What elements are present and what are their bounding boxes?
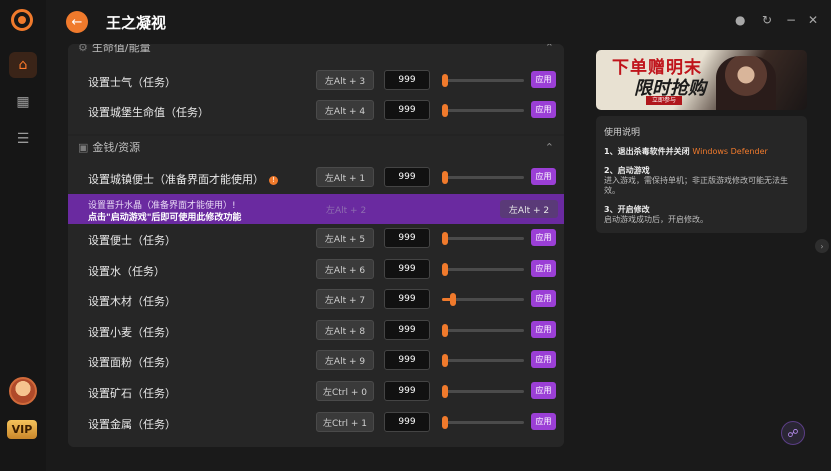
apply-button[interactable]: 应用: [531, 321, 556, 338]
value-slider[interactable]: [442, 232, 524, 245]
cheat-label: 设置面粉（任务）: [88, 356, 176, 369]
cheat-label: 设置小麦（任务）: [88, 326, 176, 339]
apply-button[interactable]: 应用: [531, 71, 556, 88]
value-slider[interactable]: [442, 104, 524, 117]
apply-button[interactable]: 应用: [531, 351, 556, 368]
value-slider[interactable]: [442, 293, 524, 306]
cheat-label: 设置水（任务）: [88, 265, 165, 278]
section-header[interactable]: ▣ 金钱/资源 ⌃: [68, 136, 564, 158]
hotkey-button[interactable]: 左Alt + 8: [316, 320, 374, 340]
value-input[interactable]: 999: [384, 381, 430, 401]
back-arrow-icon[interactable]: ←: [66, 11, 88, 33]
value-input[interactable]: 999: [384, 350, 430, 370]
value-input[interactable]: 999: [384, 259, 430, 279]
headset-icon[interactable]: ☍: [781, 421, 805, 445]
cheat-row: 设置便士（任务） 左Alt + 5 999 应用: [68, 224, 564, 254]
hotkey-button[interactable]: 左Ctrl + 0: [316, 381, 374, 401]
cheat-row: 设置金属（任务） 左Ctrl + 1 999 应用: [68, 408, 564, 438]
value-input[interactable]: 999: [384, 70, 430, 90]
value-slider[interactable]: [442, 74, 524, 87]
step-1: 1、退出杀毒软件并关闭 Windows Defender: [604, 147, 768, 156]
cheat-label: 设置木材（任务）: [88, 295, 176, 308]
hotkey-button[interactable]: 左Alt + 9: [316, 350, 374, 370]
banner-cta[interactable]: 立即参与: [646, 96, 683, 105]
apply-button[interactable]: 应用: [531, 260, 556, 277]
apply-button[interactable]: 应用: [531, 229, 556, 246]
database-icon[interactable]: ☰: [9, 126, 37, 152]
usage-instructions: 使用说明 1、退出杀毒软件并关闭 Windows Defender 2、启动游戏…: [596, 116, 807, 233]
title-bar: ← 王之凝视 ● ↻ − ✕: [46, 0, 831, 44]
cheat-row: 设置士气（任务） 左Alt + 3 999 应用: [68, 66, 564, 96]
cheat-row: 设置小麦（任务） 左Alt + 8 999 应用: [68, 316, 564, 346]
apply-button[interactable]: 应用: [531, 101, 556, 118]
value-input[interactable]: 999: [384, 100, 430, 120]
apply-button[interactable]: 应用: [531, 382, 556, 399]
section-header[interactable]: ⚙ 生命值/能量 ⌃: [68, 44, 564, 58]
value-slider[interactable]: [442, 354, 524, 367]
home-icon[interactable]: ⌂: [9, 52, 37, 78]
apply-button[interactable]: 应用: [531, 413, 556, 430]
instructions-heading: 使用说明: [604, 128, 641, 138]
value-slider[interactable]: [442, 324, 524, 337]
cheat-row: 设置水（任务） 左Alt + 6 999 应用: [68, 255, 564, 285]
locked-cheat-row[interactable]: 设置晋升水晶（准备界面才能使用）! 点击"启动游戏"后即可使用此修改功能 左Al…: [68, 194, 564, 224]
app-logo-icon[interactable]: [11, 9, 33, 31]
value-input[interactable]: 999: [384, 167, 430, 187]
step-3: 3、开启修改 启动游戏成功后，开启修改。: [604, 205, 708, 224]
minimize-icon[interactable]: −: [786, 13, 796, 27]
defender-highlight: Windows Defender: [692, 147, 768, 156]
close-icon[interactable]: ✕: [808, 13, 818, 27]
cheat-label: 设置城堡生命值（任务）: [88, 106, 209, 119]
value-input[interactable]: 999: [384, 412, 430, 432]
left-rail: ⌂ ▦ ☰ VIP: [0, 0, 46, 471]
hotkey-button[interactable]: 左Alt + 7: [316, 289, 374, 309]
avatar[interactable]: [9, 377, 37, 405]
apply-button[interactable]: 应用: [531, 168, 556, 185]
section-title: 金钱/资源: [92, 141, 141, 154]
record-icon[interactable]: ●: [735, 13, 745, 27]
cheat-label: 设置便士（任务）: [88, 234, 176, 247]
cheat-row: 设置面粉（任务） 左Alt + 9 999 应用: [68, 346, 564, 376]
locked-hint: 点击"启动游戏"后即可使用此修改功能: [88, 213, 242, 223]
value-slider[interactable]: [442, 263, 524, 276]
value-input[interactable]: 999: [384, 289, 430, 309]
cheat-row: 设置矿石（任务） 左Ctrl + 0 999 应用: [68, 377, 564, 407]
value-slider[interactable]: [442, 416, 524, 429]
cheat-label: 设置金属（任务）: [88, 418, 176, 431]
vip-badge[interactable]: VIP: [7, 420, 37, 439]
chevron-up-icon[interactable]: ⌃: [545, 44, 554, 54]
value-input[interactable]: 999: [384, 228, 430, 248]
cheat-row: 设置木材（任务） 左Alt + 7 999 应用: [68, 285, 564, 315]
hotkey-button[interactable]: 左Alt + 3: [316, 70, 374, 90]
chevron-right-icon[interactable]: ›: [815, 239, 829, 253]
hotkey-button[interactable]: 左Ctrl + 1: [316, 412, 374, 432]
ghost-hotkey: 左Alt + 2: [326, 206, 367, 216]
chevron-up-icon[interactable]: ⌃: [545, 141, 554, 154]
value-slider[interactable]: [442, 385, 524, 398]
apply-button[interactable]: 应用: [531, 290, 556, 307]
value-slider[interactable]: [442, 171, 524, 184]
page-title: 王之凝视: [106, 14, 167, 32]
cheat-list-panel[interactable]: ⚙ 生命值/能量 ⌃ 设置士气（任务） 左Alt + 3 999 应用 设置城堡…: [68, 44, 564, 447]
refresh-icon[interactable]: ↻: [762, 13, 772, 27]
cheat-row: 设置城镇便士（准备界面才能使用）! 左Alt + 1 999 应用: [68, 163, 564, 193]
cheat-row: 设置城堡生命值（任务） 左Alt + 4 999 应用: [68, 96, 564, 126]
cheat-label: 设置士气（任务）: [88, 76, 176, 89]
hotkey-button[interactable]: 左Alt + 5: [316, 228, 374, 248]
hotkey-button[interactable]: 左Alt + 1: [316, 167, 374, 187]
step-2: 2、启动游戏 进入游戏，需保持单机；非正版游戏修改可能无法生效。: [604, 166, 788, 195]
hotkey-button[interactable]: 左Alt + 6: [316, 259, 374, 279]
value-input[interactable]: 999: [384, 320, 430, 340]
cheat-label: 设置矿石（任务）: [88, 387, 176, 400]
warning-icon: !: [269, 176, 278, 185]
banner-character-art: [716, 56, 776, 110]
hotkey-button[interactable]: 左Alt + 4: [316, 100, 374, 120]
cheat-label: 设置城镇便士（准备界面才能使用）!: [88, 171, 278, 187]
gamepad-icon[interactable]: ▦: [9, 89, 37, 115]
hotkey-button[interactable]: 左Alt + 2: [500, 200, 558, 218]
promo-banner[interactable]: 下单赠明末 限时抢购 立即参与: [596, 50, 807, 110]
section-title: 生命值/能量: [91, 44, 151, 54]
